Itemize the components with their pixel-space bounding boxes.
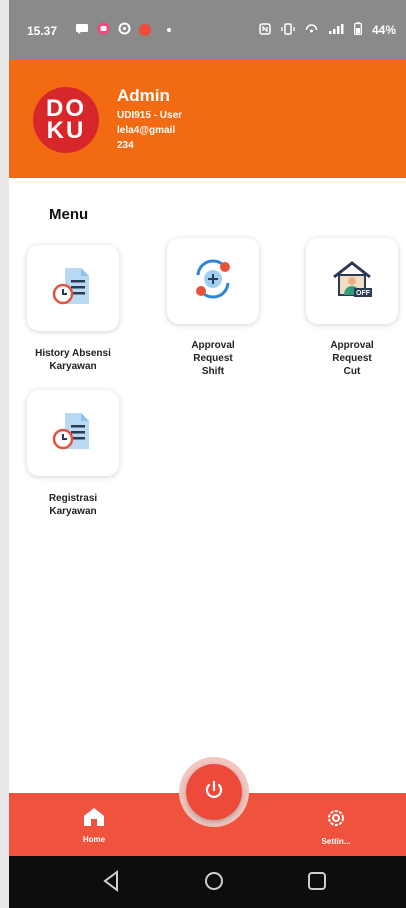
back-icon[interactable] bbox=[101, 870, 121, 897]
user-extra: 234 bbox=[117, 140, 134, 151]
logo-text-bottom: KU bbox=[46, 117, 86, 144]
label-line: Request bbox=[332, 353, 372, 364]
signal-icon bbox=[328, 23, 344, 38]
chat-bubble-icon bbox=[75, 23, 89, 38]
label-line: Approval bbox=[191, 340, 235, 351]
recents-icon[interactable] bbox=[306, 870, 328, 897]
user-name: Admin bbox=[117, 86, 170, 105]
svg-text:OFF: OFF bbox=[356, 290, 371, 297]
menu-item-history-absensi[interactable] bbox=[27, 245, 119, 331]
notification-badge-icon bbox=[97, 22, 110, 38]
leave-off-icon: OFF bbox=[328, 255, 376, 308]
menu-title: Menu bbox=[49, 206, 89, 223]
power-icon bbox=[203, 779, 225, 806]
label-line: Registrasi bbox=[48, 493, 98, 504]
menu-label-history-absensi: History Absensi Karyawan bbox=[18, 347, 128, 373]
status-time: 15.37 bbox=[27, 24, 58, 38]
user-id: UDI915 - User bbox=[117, 110, 183, 121]
battery-icon bbox=[354, 22, 362, 38]
label-line: History Absensi bbox=[35, 348, 111, 359]
menu-label-approval-cut: Approval Request Cut bbox=[297, 339, 406, 378]
nav-home-label: Home bbox=[82, 835, 106, 844]
nav-home[interactable]: Home bbox=[59, 807, 129, 844]
user-email: lela4@gmail bbox=[117, 125, 176, 136]
label-line: Karyawan bbox=[49, 506, 97, 517]
nav-settings[interactable]: Settin... bbox=[301, 807, 371, 846]
shift-swap-icon bbox=[189, 255, 237, 308]
home-circle-icon[interactable] bbox=[203, 870, 225, 897]
doku-logo: DO KU bbox=[33, 87, 99, 153]
power-button[interactable] bbox=[186, 764, 242, 820]
document-clock-icon bbox=[49, 262, 97, 315]
home-icon bbox=[59, 807, 129, 829]
document-clock-icon bbox=[49, 407, 97, 460]
red-dot-icon bbox=[139, 24, 151, 36]
nfc-icon bbox=[259, 22, 271, 38]
menu-item-approval-shift[interactable] bbox=[167, 238, 259, 324]
battery-percent: 44% bbox=[371, 23, 396, 37]
status-bar: 15.37 44% bbox=[9, 0, 406, 60]
label-line: Approval bbox=[330, 340, 374, 351]
status-icons-right: 44% bbox=[259, 22, 396, 38]
status-icons-left bbox=[75, 22, 171, 38]
app-screen: 15.37 44% DO KU Admin UDI915 - User lela… bbox=[9, 0, 406, 908]
menu-label-approval-shift: Approval Request Shift bbox=[158, 339, 268, 378]
vibrate-icon bbox=[281, 22, 295, 38]
nav-settings-label: Settin... bbox=[321, 837, 351, 846]
small-dot-icon bbox=[167, 28, 171, 32]
system-nav-bar bbox=[9, 856, 406, 908]
sync-icon bbox=[118, 22, 131, 38]
power-button-ring bbox=[179, 757, 249, 827]
hotspot-icon bbox=[305, 23, 318, 38]
menu-item-registrasi-karyawan[interactable] bbox=[27, 390, 119, 476]
label-line: Request bbox=[193, 353, 233, 364]
label-line: Shift bbox=[201, 366, 225, 377]
label-line: Cut bbox=[343, 366, 361, 377]
label-line: Karyawan bbox=[49, 361, 97, 372]
menu-label-registrasi-karyawan: Registrasi Karyawan bbox=[18, 492, 128, 518]
gear-icon bbox=[301, 807, 371, 831]
profile-header: DO KU Admin UDI915 - User lela4@gmail 23… bbox=[9, 60, 406, 178]
menu-item-approval-cut[interactable]: OFF bbox=[306, 238, 398, 324]
